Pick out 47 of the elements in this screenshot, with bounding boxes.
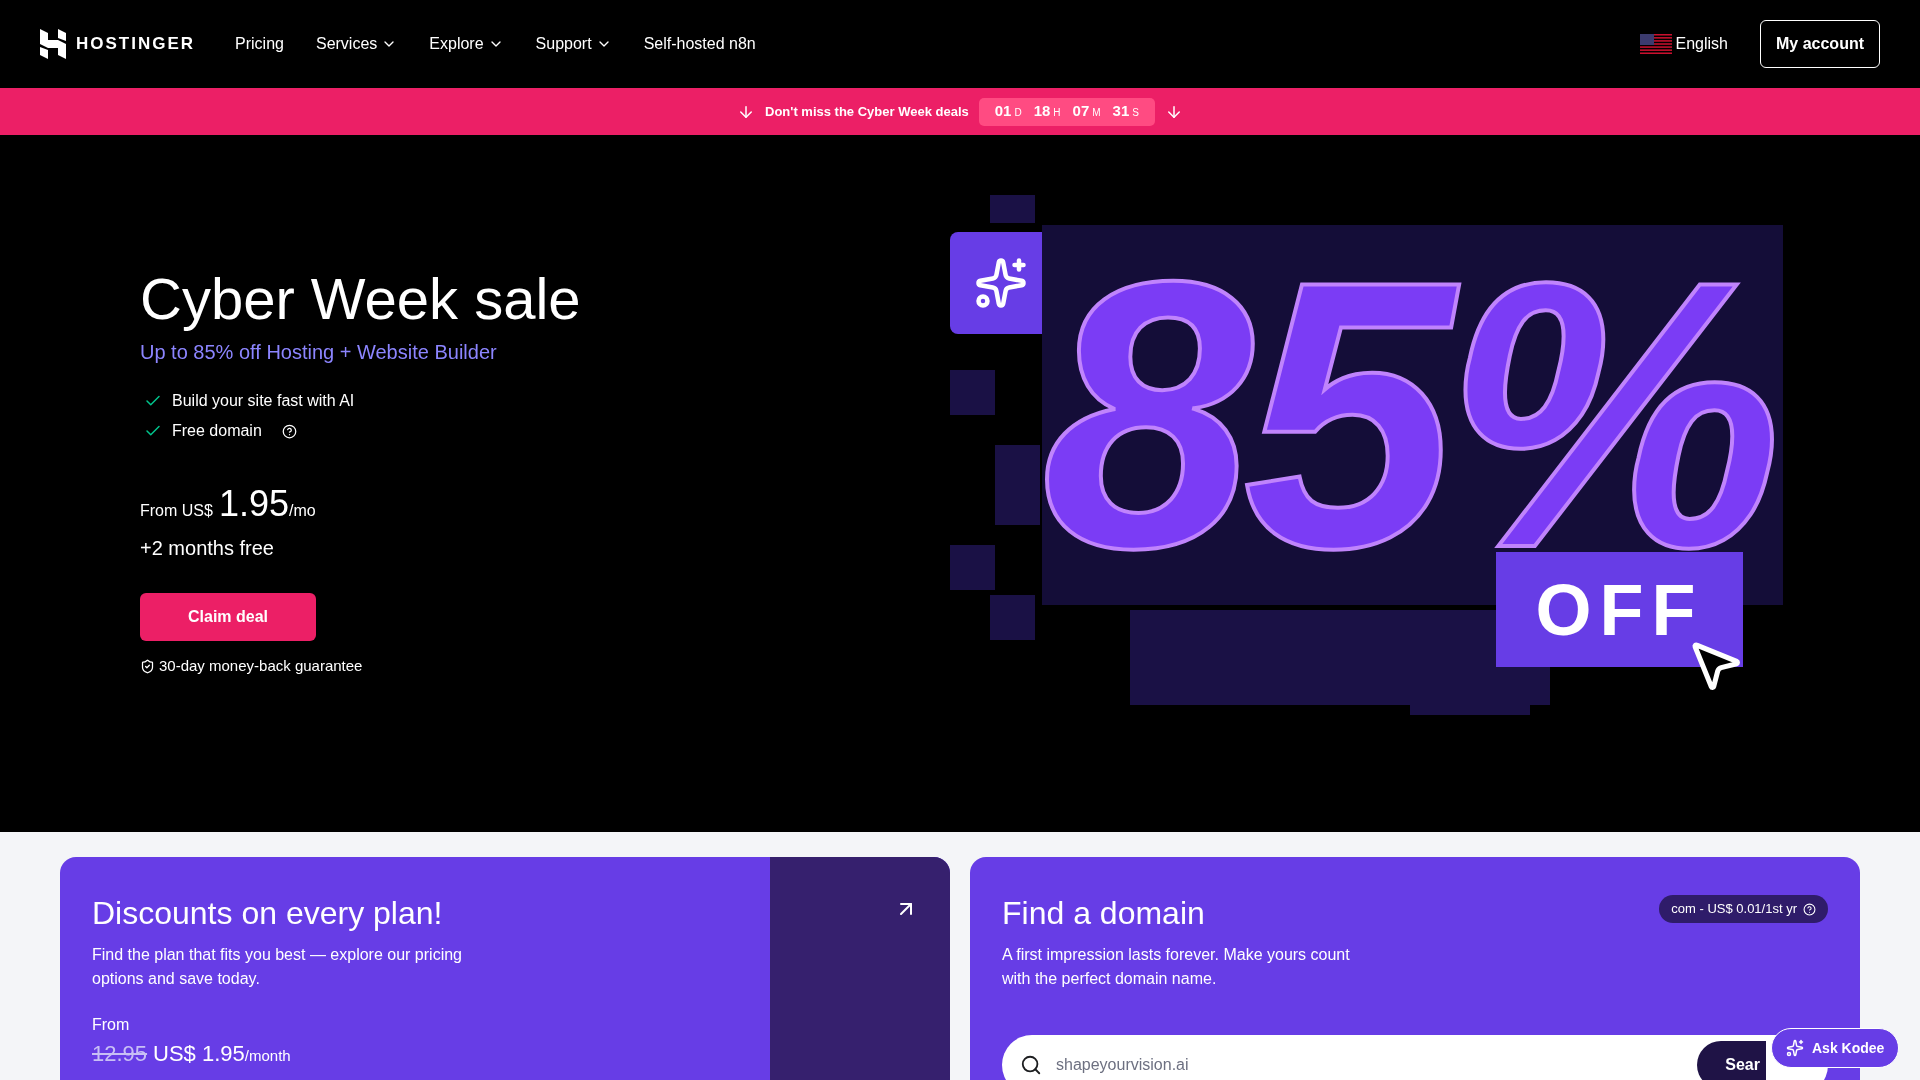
nav-link[interactable]: Self-hosted n8n	[643, 32, 756, 56]
card-title: Find a domain	[1002, 894, 1205, 933]
nav-link[interactable]: Services	[315, 32, 398, 56]
flag-icon	[1639, 34, 1672, 54]
countdown-unit: H	[1053, 106, 1061, 121]
card-title: Discounts on every plan!	[92, 894, 443, 933]
old-price: 12.95	[92, 1040, 148, 1068]
price-prefix: From US$	[140, 501, 213, 521]
countdown-unit: S	[1132, 106, 1139, 121]
promo-text: Don't miss the Cyber Week deals	[765, 102, 969, 121]
sparkles-icon	[974, 256, 1028, 310]
new-price: US$ 1.95	[153, 1040, 245, 1068]
help-icon[interactable]	[1803, 902, 1816, 916]
search-icon	[1020, 1054, 1042, 1076]
tld-price-badge: com - US$ 0.01/1st yr	[1659, 895, 1828, 923]
search-button[interactable]: Sear	[1697, 1041, 1766, 1080]
from-label: From	[92, 1015, 131, 1035]
price-value: 1.95	[218, 482, 289, 526]
card-description: Find the plan that fits you best — explore our pricing options and save today.	[92, 945, 463, 989]
hero-subtitle: Up to 85% off Hosting + Website Builder	[140, 340, 498, 365]
countdown-unit: M	[1092, 106, 1101, 121]
countdown-value: 01	[994, 101, 1012, 122]
sparkles-icon	[1786, 1039, 1804, 1057]
price-period: /month	[244, 1047, 291, 1066]
countdown-unit: D	[1014, 106, 1022, 121]
nav-link[interactable]: Support	[535, 32, 612, 56]
help-icon[interactable]	[281, 423, 297, 439]
countdown-value: 31	[1112, 101, 1130, 122]
shield-icon	[140, 658, 155, 674]
my-account-button[interactable]: My account	[1760, 20, 1880, 68]
countdown-value: 18	[1033, 101, 1051, 122]
guarantee-text: 30-day money-back guarantee	[159, 656, 363, 676]
price-period: /mo	[289, 502, 316, 521]
nav-link[interactable]: Explore	[429, 32, 504, 56]
language-selector[interactable]: English	[1639, 32, 1728, 56]
bonus-text: +2 months free	[140, 536, 275, 561]
logo-icon	[40, 29, 66, 59]
brand-name: HOSTINGER	[76, 33, 196, 56]
feature-text: Build your site fast with AI	[172, 391, 355, 411]
claim-deal-button[interactable]: Claim deal	[140, 593, 316, 641]
card-description: A first impression lasts forever. Make yours count with the perfect domain name.	[1002, 945, 1351, 989]
plans-card[interactable]: Discounts on every plan! Find the plan that fits you best — explore our pricing options and save today. From 12.95 US$ 1.95/month	[60, 857, 950, 1080]
countdown-value: 07	[1072, 101, 1090, 122]
hero-title: Cyber Week sale	[140, 265, 582, 333]
feature-text: Free domain	[172, 421, 262, 441]
nav-link[interactable]: Pricing	[235, 32, 284, 56]
ask-kodee-button[interactable]: Ask Kodee	[1771, 1028, 1900, 1068]
